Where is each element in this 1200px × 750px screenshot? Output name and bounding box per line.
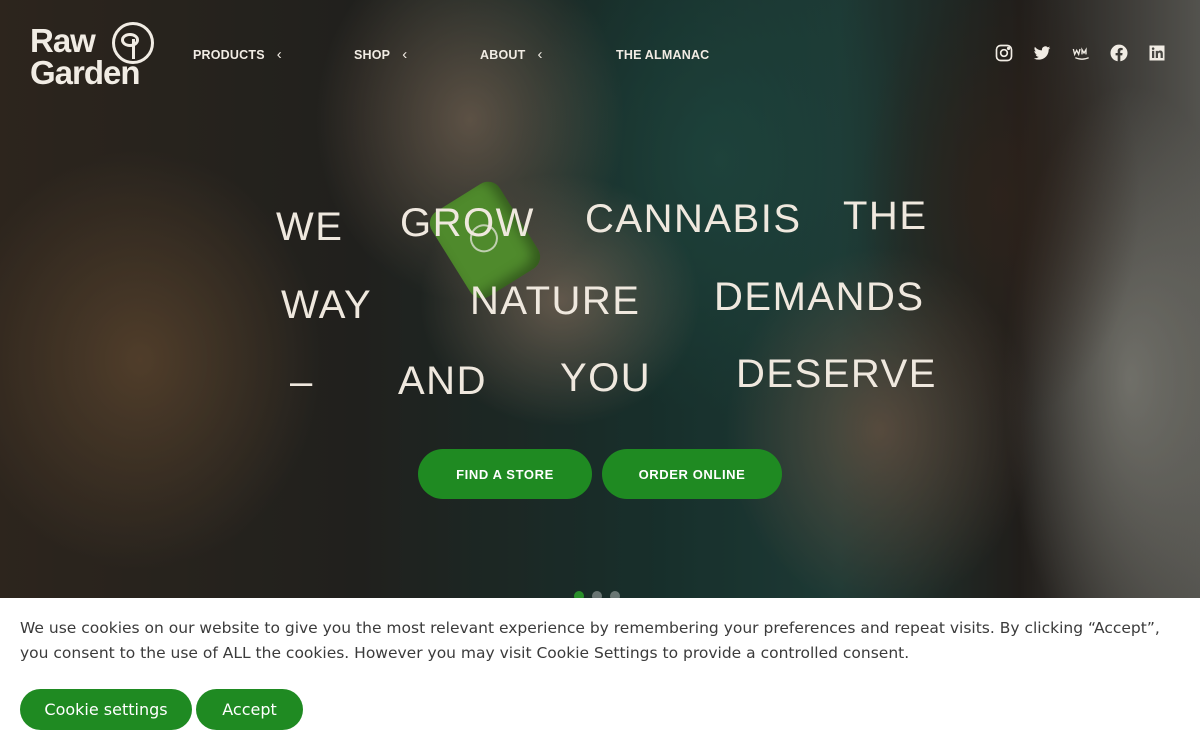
nav-almanac[interactable]: THE ALMANAC: [616, 46, 709, 64]
chevron-left-icon: ‹: [402, 46, 408, 63]
headline-word: THE: [843, 194, 928, 238]
twitter-icon[interactable]: [1031, 42, 1053, 64]
cookie-message: We use cookies on our website to give yo…: [20, 619, 1160, 662]
nav-products-label: PRODUCTS: [193, 48, 265, 62]
headline-word: AND: [398, 359, 487, 403]
carousel-dot[interactable]: [610, 591, 620, 598]
chevron-left-icon: ‹: [276, 46, 282, 63]
carousel-dot[interactable]: [574, 591, 584, 598]
nav-about-label: ABOUT: [480, 48, 526, 62]
carousel-indicators: [574, 591, 620, 598]
logo-word-garden: Garden: [30, 54, 141, 91]
headline-word: DEMANDS: [714, 275, 925, 319]
nav-about[interactable]: ABOUT ‹: [480, 46, 543, 64]
headline-word: WAY: [281, 283, 373, 327]
cookie-consent-banner: We use cookies on our website to give yo…: [0, 598, 1200, 750]
nav-almanac-label: THE ALMANAC: [616, 48, 710, 62]
facebook-icon[interactable]: [1108, 42, 1130, 64]
raw-garden-logo[interactable]: Raw Garden: [30, 20, 165, 92]
headline-word: –: [290, 360, 314, 404]
logo-word-raw: Raw: [30, 22, 96, 59]
headline-word: NATURE: [470, 279, 641, 323]
instagram-icon[interactable]: [993, 42, 1015, 64]
nav-shop-label: SHOP: [354, 48, 391, 62]
headline-word: CANNABIS: [585, 197, 802, 241]
weedmaps-icon[interactable]: [1067, 42, 1097, 64]
chevron-left-icon: ‹: [537, 46, 543, 63]
carousel-dot[interactable]: [592, 591, 602, 598]
headline-word: GROW: [400, 201, 535, 245]
hero-section: Raw Garden PRODUCTS ‹ SHOP ‹ ABOUT ‹ THE…: [0, 0, 1200, 598]
cookie-settings-button[interactable]: Cookie settings: [20, 689, 192, 730]
order-online-button[interactable]: ORDER ONLINE: [602, 449, 782, 499]
nav-shop[interactable]: SHOP ‹: [354, 46, 407, 64]
headline-word: WE: [276, 205, 344, 249]
nav-products[interactable]: PRODUCTS ‹: [193, 46, 282, 64]
headline-word: YOU: [560, 356, 652, 400]
linkedin-icon[interactable]: [1146, 42, 1168, 64]
headline-word: DESERVE: [736, 352, 937, 396]
accept-cookies-button[interactable]: Accept: [196, 689, 303, 730]
find-a-store-button[interactable]: FIND A STORE: [418, 449, 592, 499]
